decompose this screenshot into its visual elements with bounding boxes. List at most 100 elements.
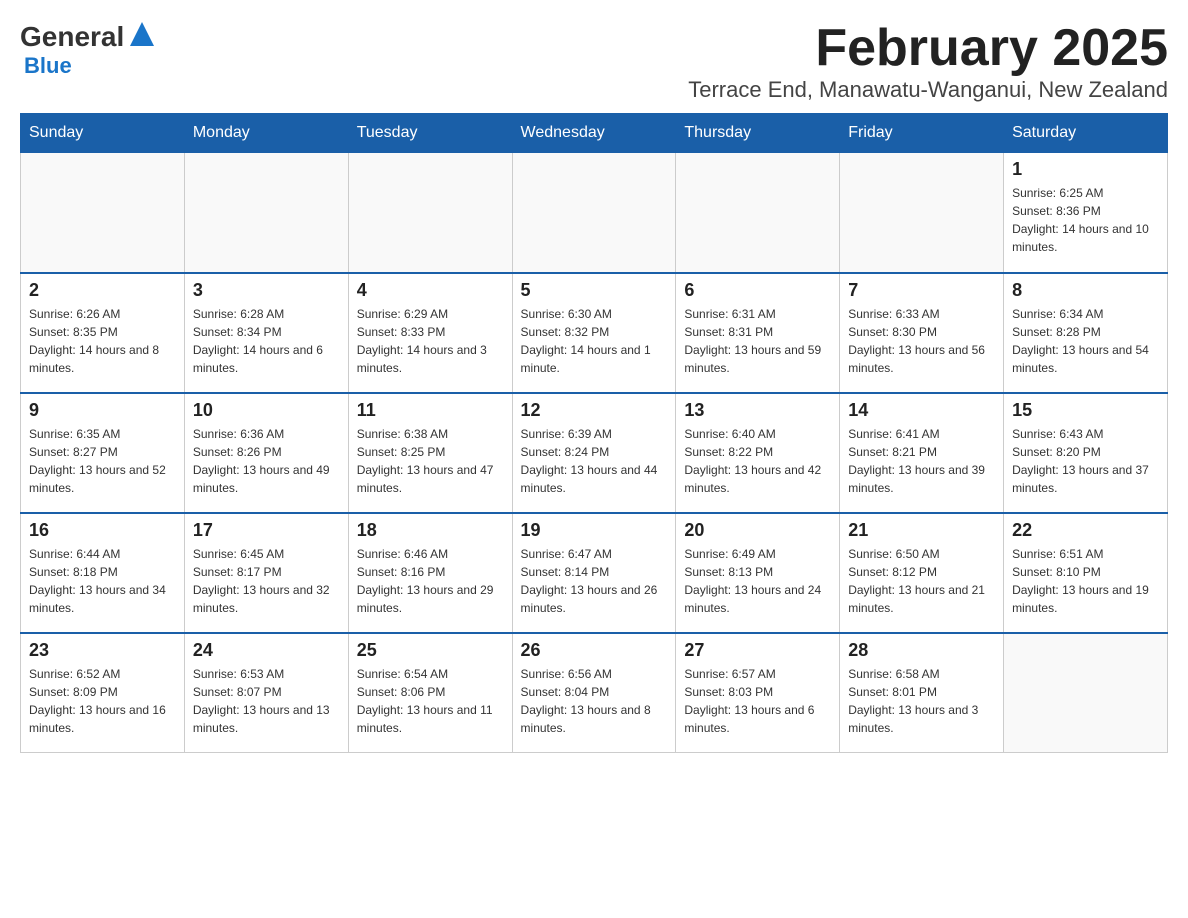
calendar-day-cell: 10 Sunrise: 6:36 AMSunset: 8:26 PMDayligh… <box>184 393 348 513</box>
day-info: Sunrise: 6:58 AMSunset: 8:01 PMDaylight:… <box>848 665 995 737</box>
day-number: 12 <box>521 400 668 421</box>
day-number: 27 <box>684 640 831 661</box>
day-info: Sunrise: 6:33 AMSunset: 8:30 PMDaylight:… <box>848 305 995 377</box>
day-number: 21 <box>848 520 995 541</box>
calendar-day-cell: 27 Sunrise: 6:57 AMSunset: 8:03 PMDayligh… <box>676 633 840 753</box>
calendar-day-cell: 6 Sunrise: 6:31 AMSunset: 8:31 PMDaylight… <box>676 273 840 393</box>
calendar-day-cell: 13 Sunrise: 6:40 AMSunset: 8:22 PMDayligh… <box>676 393 840 513</box>
day-info: Sunrise: 6:28 AMSunset: 8:34 PMDaylight:… <box>193 305 340 377</box>
day-number: 2 <box>29 280 176 301</box>
calendar-day-cell: 9 Sunrise: 6:35 AMSunset: 8:27 PMDaylight… <box>21 393 185 513</box>
weekday-header-tuesday: Tuesday <box>348 114 512 153</box>
day-info: Sunrise: 6:57 AMSunset: 8:03 PMDaylight:… <box>684 665 831 737</box>
logo-general-text: General <box>20 21 124 53</box>
day-number: 15 <box>1012 400 1159 421</box>
weekday-header-thursday: Thursday <box>676 114 840 153</box>
calendar-day-cell: 12 Sunrise: 6:39 AMSunset: 8:24 PMDayligh… <box>512 393 676 513</box>
calendar-day-cell: 24Sunrise: 6:53 AMSunset: 8:07 PMDayligh… <box>184 633 348 753</box>
calendar-week-row: 23Sunrise: 6:52 AMSunset: 8:09 PMDayligh… <box>21 633 1168 753</box>
day-number: 10 <box>193 400 340 421</box>
day-number: 11 <box>357 400 504 421</box>
day-info: Sunrise: 6:34 AMSunset: 8:28 PMDaylight:… <box>1012 305 1159 377</box>
calendar-week-row: 16 Sunrise: 6:44 AMSunset: 8:18 PMDayligh… <box>21 513 1168 633</box>
calendar-day-cell: 23Sunrise: 6:52 AMSunset: 8:09 PMDayligh… <box>21 633 185 753</box>
calendar-day-cell: 25Sunrise: 6:54 AMSunset: 8:06 PMDayligh… <box>348 633 512 753</box>
calendar-week-row: 9 Sunrise: 6:35 AMSunset: 8:27 PMDaylight… <box>21 393 1168 513</box>
day-number: 14 <box>848 400 995 421</box>
logo-triangle-icon <box>128 20 156 48</box>
calendar-day-cell: 8 Sunrise: 6:34 AMSunset: 8:28 PMDaylight… <box>1004 273 1168 393</box>
day-info: Sunrise: 6:30 AMSunset: 8:32 PMDaylight:… <box>521 305 668 377</box>
calendar-day-cell: 18 Sunrise: 6:46 AMSunset: 8:16 PMDayligh… <box>348 513 512 633</box>
day-info: Sunrise: 6:50 AMSunset: 8:12 PMDaylight:… <box>848 545 995 617</box>
logo: General Blue <box>20 20 156 79</box>
calendar-day-cell <box>184 153 348 273</box>
calendar-day-cell: 22 Sunrise: 6:51 AMSunset: 8:10 PMDayligh… <box>1004 513 1168 633</box>
day-info: Sunrise: 6:40 AMSunset: 8:22 PMDaylight:… <box>684 425 831 497</box>
day-number: 24 <box>193 640 340 661</box>
calendar-day-cell: 7Sunrise: 6:33 AMSunset: 8:30 PMDaylight… <box>840 273 1004 393</box>
calendar-day-cell: 2 Sunrise: 6:26 AMSunset: 8:35 PMDaylight… <box>21 273 185 393</box>
day-number: 13 <box>684 400 831 421</box>
day-number: 19 <box>521 520 668 541</box>
location-subtitle: Terrace End, Manawatu-Wanganui, New Zeal… <box>688 77 1168 103</box>
day-info: Sunrise: 6:41 AMSunset: 8:21 PMDaylight:… <box>848 425 995 497</box>
weekday-header-wednesday: Wednesday <box>512 114 676 153</box>
logo-blue-text: Blue <box>24 53 156 79</box>
calendar-week-row: 1 Sunrise: 6:25 AMSunset: 8:36 PMDaylight… <box>21 153 1168 273</box>
calendar-day-cell <box>676 153 840 273</box>
day-info: Sunrise: 6:26 AMSunset: 8:35 PMDaylight:… <box>29 305 176 377</box>
day-info: Sunrise: 6:51 AMSunset: 8:10 PMDaylight:… <box>1012 545 1159 617</box>
day-number: 16 <box>29 520 176 541</box>
day-number: 17 <box>193 520 340 541</box>
day-number: 23 <box>29 640 176 661</box>
day-info: Sunrise: 6:39 AMSunset: 8:24 PMDaylight:… <box>521 425 668 497</box>
day-number: 8 <box>1012 280 1159 301</box>
calendar-day-cell: 26 Sunrise: 6:56 AMSunset: 8:04 PMDayligh… <box>512 633 676 753</box>
calendar-table: SundayMondayTuesdayWednesdayThursdayFrid… <box>20 113 1168 753</box>
calendar-day-cell: 15Sunrise: 6:43 AMSunset: 8:20 PMDayligh… <box>1004 393 1168 513</box>
calendar-day-cell: 20 Sunrise: 6:49 AMSunset: 8:13 PMDayligh… <box>676 513 840 633</box>
day-info: Sunrise: 6:46 AMSunset: 8:16 PMDaylight:… <box>357 545 504 617</box>
day-info: Sunrise: 6:49 AMSunset: 8:13 PMDaylight:… <box>684 545 831 617</box>
month-title: February 2025 <box>688 20 1168 77</box>
day-number: 25 <box>357 640 504 661</box>
day-number: 1 <box>1012 159 1159 180</box>
calendar-day-cell: 16 Sunrise: 6:44 AMSunset: 8:18 PMDayligh… <box>21 513 185 633</box>
day-info: Sunrise: 6:35 AMSunset: 8:27 PMDaylight:… <box>29 425 176 497</box>
day-number: 18 <box>357 520 504 541</box>
weekday-header-saturday: Saturday <box>1004 114 1168 153</box>
calendar-day-cell: 14 Sunrise: 6:41 AMSunset: 8:21 PMDayligh… <box>840 393 1004 513</box>
calendar-day-cell: 17 Sunrise: 6:45 AMSunset: 8:17 PMDayligh… <box>184 513 348 633</box>
day-info: Sunrise: 6:31 AMSunset: 8:31 PMDaylight:… <box>684 305 831 377</box>
weekday-header-friday: Friday <box>840 114 1004 153</box>
day-info: Sunrise: 6:36 AMSunset: 8:26 PMDaylight:… <box>193 425 340 497</box>
day-number: 5 <box>521 280 668 301</box>
day-info: Sunrise: 6:25 AMSunset: 8:36 PMDaylight:… <box>1012 184 1159 256</box>
day-number: 20 <box>684 520 831 541</box>
calendar-day-cell <box>348 153 512 273</box>
day-number: 22 <box>1012 520 1159 541</box>
day-info: Sunrise: 6:47 AMSunset: 8:14 PMDaylight:… <box>521 545 668 617</box>
day-number: 9 <box>29 400 176 421</box>
calendar-day-cell: 11 Sunrise: 6:38 AMSunset: 8:25 PMDayligh… <box>348 393 512 513</box>
day-info: Sunrise: 6:45 AMSunset: 8:17 PMDaylight:… <box>193 545 340 617</box>
weekday-header-sunday: Sunday <box>21 114 185 153</box>
day-info: Sunrise: 6:29 AMSunset: 8:33 PMDaylight:… <box>357 305 504 377</box>
calendar-header-row: SundayMondayTuesdayWednesdayThursdayFrid… <box>21 114 1168 153</box>
calendar-day-cell: 4Sunrise: 6:29 AMSunset: 8:33 PMDaylight… <box>348 273 512 393</box>
calendar-day-cell: 19 Sunrise: 6:47 AMSunset: 8:14 PMDayligh… <box>512 513 676 633</box>
calendar-day-cell: 21 Sunrise: 6:50 AMSunset: 8:12 PMDayligh… <box>840 513 1004 633</box>
calendar-week-row: 2 Sunrise: 6:26 AMSunset: 8:35 PMDaylight… <box>21 273 1168 393</box>
calendar-day-cell <box>512 153 676 273</box>
title-section: February 2025 Terrace End, Manawatu-Wang… <box>688 20 1168 103</box>
day-info: Sunrise: 6:56 AMSunset: 8:04 PMDaylight:… <box>521 665 668 737</box>
weekday-header-monday: Monday <box>184 114 348 153</box>
day-number: 26 <box>521 640 668 661</box>
day-info: Sunrise: 6:44 AMSunset: 8:18 PMDaylight:… <box>29 545 176 617</box>
calendar-day-cell: 28Sunrise: 6:58 AMSunset: 8:01 PMDayligh… <box>840 633 1004 753</box>
day-number: 6 <box>684 280 831 301</box>
calendar-day-cell <box>21 153 185 273</box>
day-info: Sunrise: 6:38 AMSunset: 8:25 PMDaylight:… <box>357 425 504 497</box>
page-header: General Blue February 2025 Terrace End, … <box>20 20 1168 103</box>
